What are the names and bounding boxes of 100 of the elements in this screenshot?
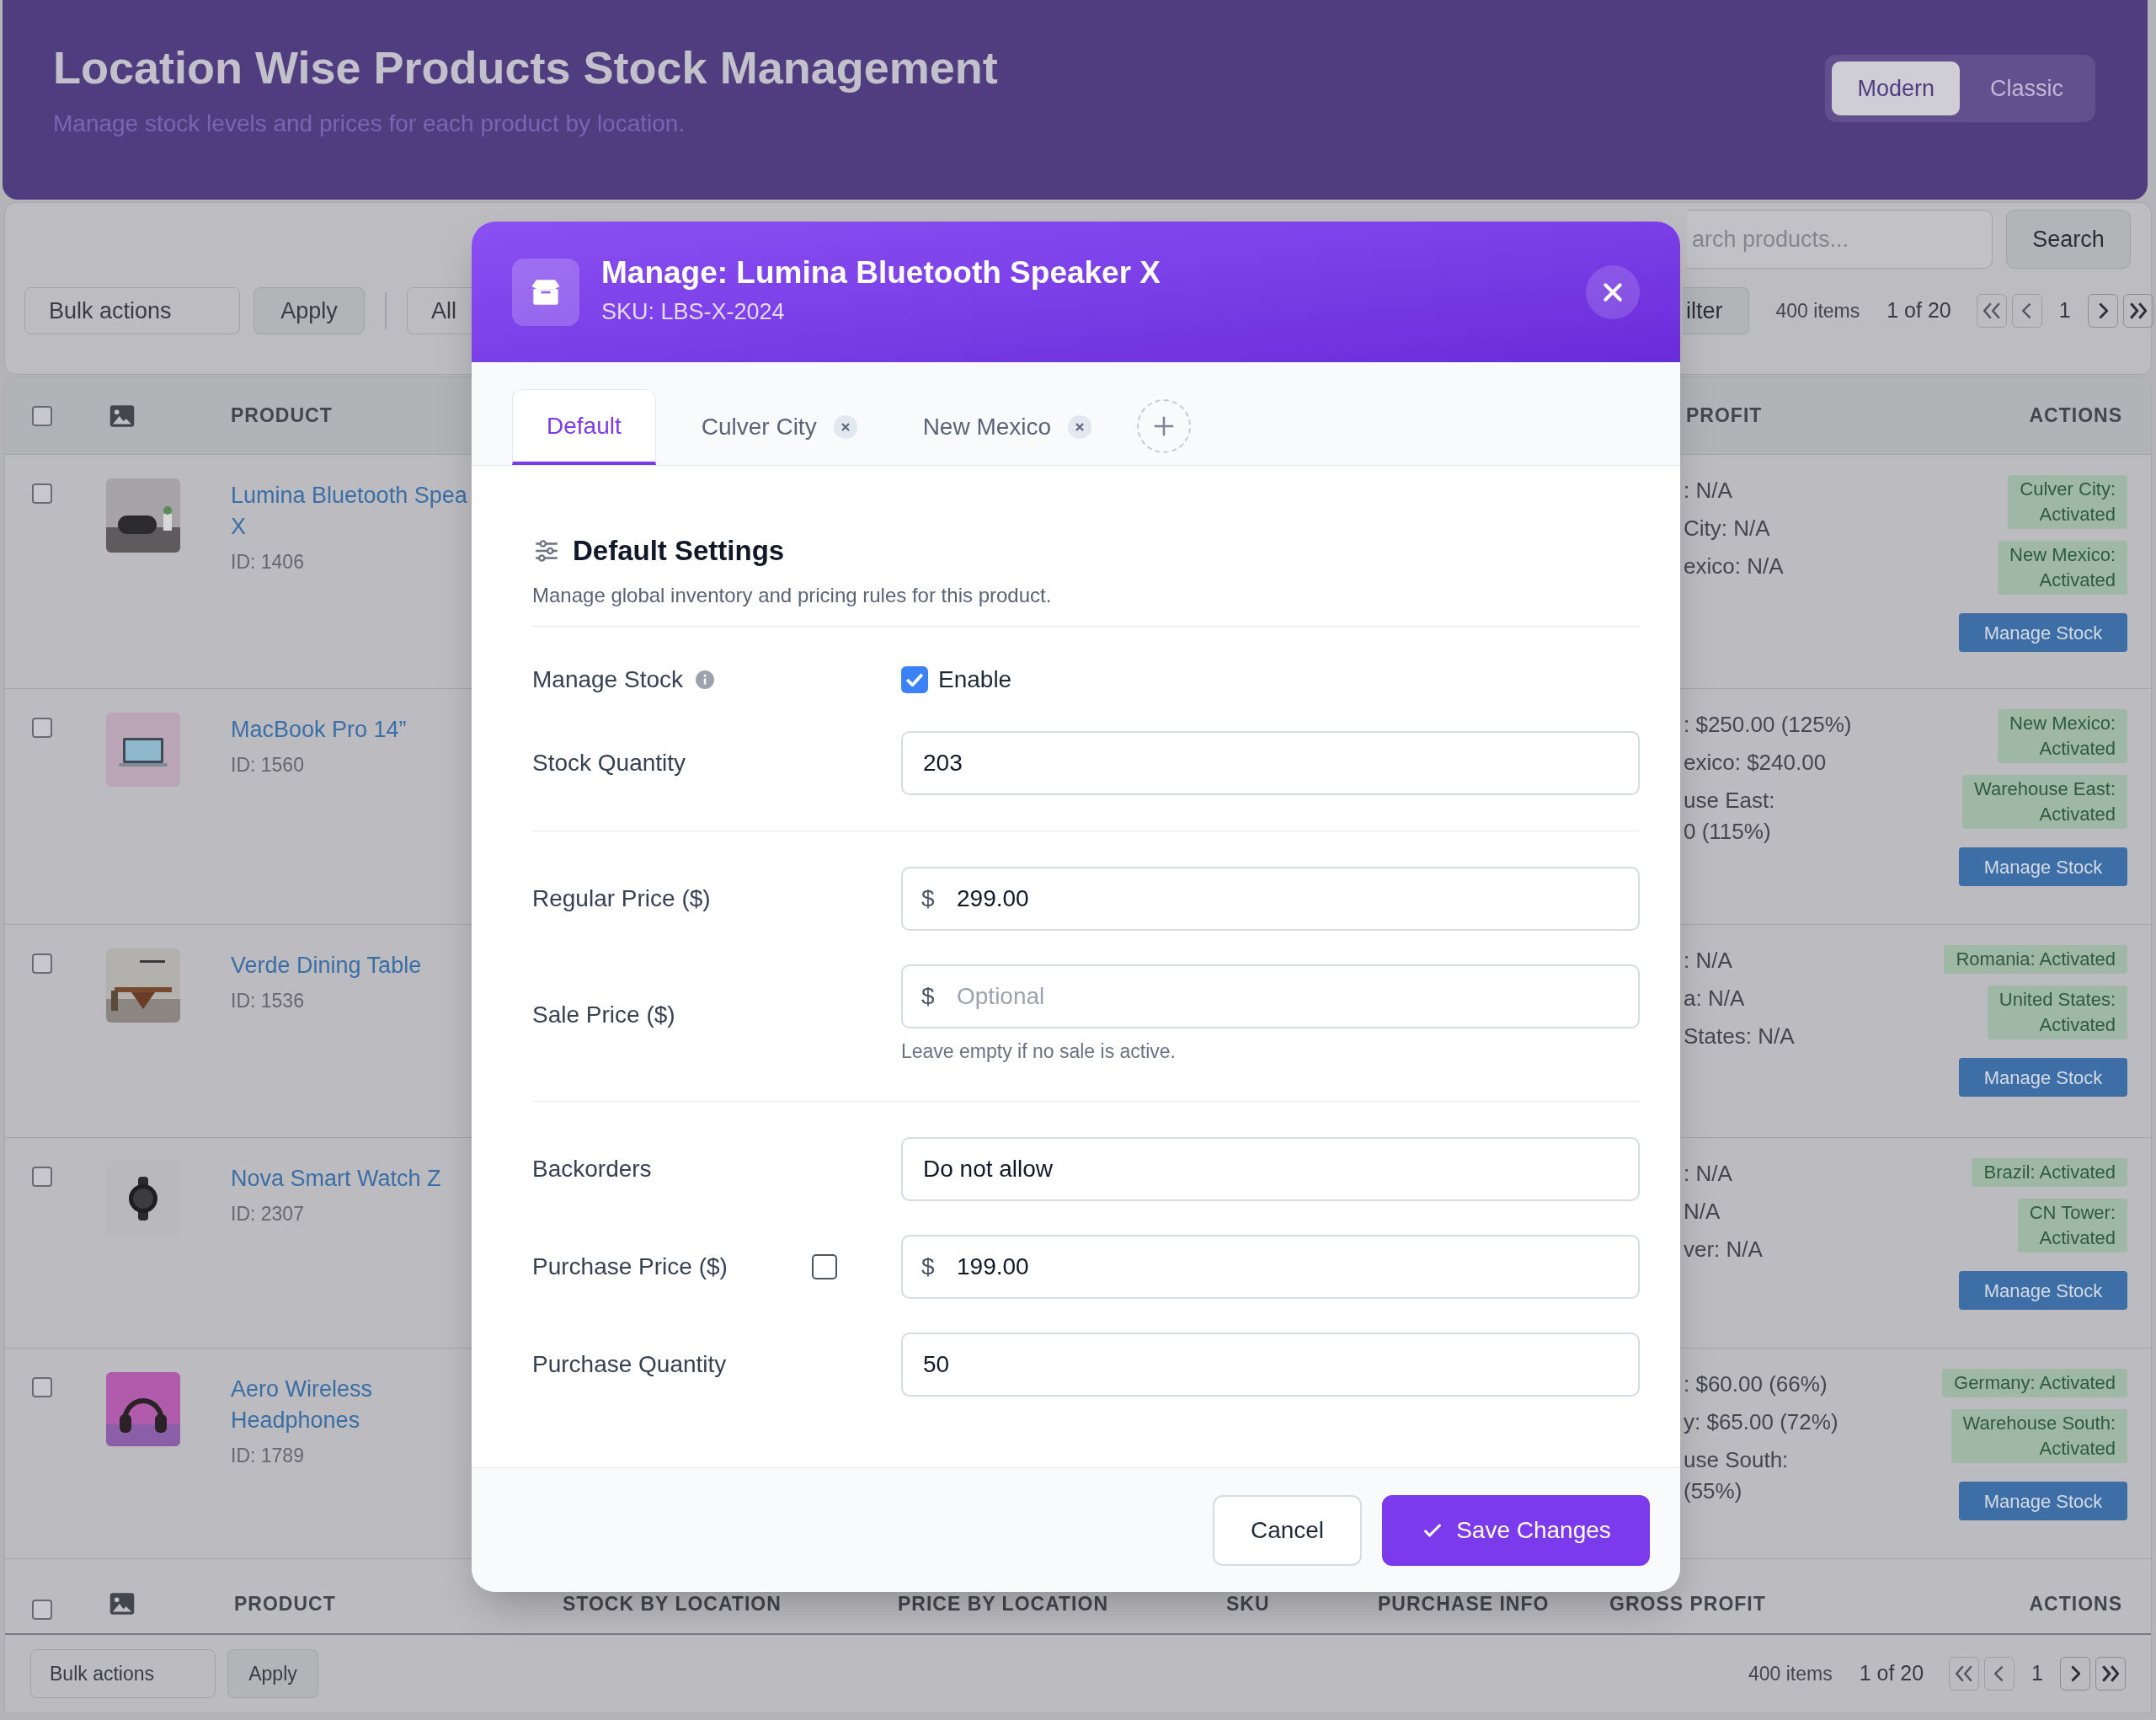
gross-profit-text: N/A [1684, 1198, 1721, 1226]
location-badge: New Mexico: Activated [1998, 541, 2127, 595]
last-page-button[interactable] [2122, 294, 2153, 328]
product-id: ID: 1406 [231, 550, 305, 574]
gross-profit-text: City: N/A [1684, 515, 1771, 542]
manage-stock-button[interactable]: Manage Stock [1959, 613, 2127, 652]
checkbox-label: Enable [938, 665, 1012, 694]
apply-button[interactable]: Apply [253, 287, 365, 334]
search-button[interactable]: Search [2006, 210, 2131, 269]
gross-profit-text: a: N/A [1684, 985, 1746, 1012]
bulk-actions-select[interactable]: Bulk actions [24, 287, 240, 334]
location-badge: United States: Activated [1987, 986, 2127, 1039]
field-label: Manage Stock [532, 665, 683, 694]
chevron-right-icon [2070, 1665, 2080, 1682]
column-header: STOCK BY LOCATION [563, 1591, 782, 1616]
page-title: Location Wise Products Stock Management [53, 41, 998, 94]
location-badge: Romania: Activated [1944, 945, 2127, 974]
section-description: Manage global inventory and pricing rules for this product. [532, 580, 1640, 627]
select-all-checkbox[interactable] [32, 405, 52, 426]
field-label: Purchase Quantity [532, 1350, 727, 1379]
chevron-left-icon [2021, 302, 2032, 319]
remove-icon[interactable] [833, 415, 857, 439]
next-page-button[interactable] [2060, 1657, 2090, 1691]
row-checkbox[interactable] [32, 483, 52, 504]
row-checkbox[interactable] [32, 1167, 52, 1187]
current-page: 1 [2031, 1660, 2043, 1687]
double-chevron-right-icon [2129, 302, 2147, 319]
column-header: SKU [1226, 1591, 1270, 1616]
location-badge: Warehouse South: Activated [1951, 1409, 2127, 1463]
row-checkbox[interactable] [32, 1377, 52, 1397]
section-title: Default Settings [573, 534, 785, 568]
currency-prefix: $ [921, 1253, 935, 1281]
previous-page-button[interactable] [2011, 294, 2042, 328]
manage-stock-button[interactable]: Manage Stock [1959, 847, 2127, 886]
location-badge: CN Tower: Activated [2017, 1199, 2127, 1253]
previous-page-button[interactable] [1984, 1657, 2015, 1691]
row-checkbox[interactable] [32, 953, 52, 974]
save-button[interactable]: Save Changes [1382, 1494, 1650, 1566]
product-id: ID: 2307 [231, 1202, 305, 1226]
checkbox[interactable] [812, 1254, 837, 1279]
product-id: ID: 1789 [231, 1444, 305, 1468]
gross-profit-text: : N/A [1684, 947, 1733, 975]
filter-button[interactable]: ilter [1683, 287, 1749, 334]
add-location-button[interactable] [1137, 399, 1192, 453]
gross-profit-text: ver: N/A [1684, 1236, 1764, 1263]
checkbox[interactable] [901, 665, 928, 693]
field-label: Purchase Price ($) [532, 1253, 728, 1281]
currency-prefix: $ [921, 981, 935, 1011]
select-all-checkbox[interactable] [32, 1600, 52, 1620]
location-tab[interactable]: New Mexico [902, 389, 1113, 465]
remove-icon[interactable] [1068, 415, 1092, 439]
column-header: PRODUCT [231, 403, 333, 429]
chevron-left-icon [1994, 1665, 2005, 1682]
gross-profit-text: : N/A [1684, 1160, 1733, 1188]
gross-profit-text: exico: N/A [1684, 553, 1785, 580]
next-page-button[interactable] [2087, 294, 2118, 328]
gross-profit-text: y: $65.00 (72%) [1684, 1408, 1839, 1436]
items-count: 400 items [1775, 298, 1860, 323]
input-field[interactable]: 50 [901, 1333, 1640, 1397]
row-checkbox[interactable] [32, 718, 52, 738]
location-badge: New Mexico: Activated [1998, 709, 2127, 763]
gross-profit-text: : N/A [1684, 477, 1733, 505]
input-field[interactable]: 203 [901, 730, 1640, 795]
manage-stock-button[interactable]: Manage Stock [1959, 1482, 2127, 1520]
last-page-button[interactable] [2095, 1657, 2126, 1691]
double-chevron-left-icon [1983, 302, 2000, 319]
column-header: PROFIT [1686, 403, 1763, 429]
double-chevron-right-icon [2102, 1665, 2119, 1682]
location-badge: Germany: Activated [1942, 1369, 2127, 1397]
field-label: Stock Quantity [532, 748, 686, 777]
page-info: 1 of 20 [1859, 1660, 1924, 1687]
product-id: ID: 1536 [231, 989, 305, 1013]
cancel-button[interactable]: Cancel [1213, 1494, 1362, 1566]
page-info: 1 of 20 [1886, 297, 1951, 324]
items-count: 400 items [1748, 1661, 1833, 1686]
column-header: GROSS PROFIT [1609, 1591, 1766, 1616]
bulk-actions-select[interactable]: Bulk actions [30, 1649, 216, 1698]
gross-profit-text: use South: (55%) [1684, 1446, 1790, 1505]
column-header: PRICE BY LOCATION [898, 1591, 1108, 1616]
input-field[interactable]: Do not allow [901, 1137, 1640, 1201]
sku-text: SKU: LBS-X-2024 [601, 298, 786, 327]
first-page-button[interactable] [1949, 1657, 1980, 1691]
chevron-right-icon [2097, 302, 2108, 319]
view-toggle-button[interactable]: Modern [1832, 61, 1960, 115]
column-header: ACTIONS [2029, 403, 2122, 429]
gross-profit-text: : $250.00 (125%) [1684, 711, 1853, 739]
apply-button[interactable]: Apply [227, 1649, 318, 1698]
view-toggle-button[interactable]: Classic [1965, 61, 2089, 115]
currency-prefix: $ [921, 884, 935, 913]
first-page-button[interactable] [1976, 294, 2007, 328]
location-badge: Warehouse East: Activated [1962, 775, 2127, 829]
location-tab[interactable]: Default [512, 389, 656, 465]
location-tab[interactable]: Culver City [680, 389, 878, 465]
manage-stock-button[interactable]: Manage Stock [1959, 1271, 2127, 1310]
modal-title: Manage: Lumina Bluetooth Speaker X [601, 254, 1162, 292]
manage-stock-button[interactable]: Manage Stock [1959, 1058, 2127, 1097]
search-field[interactable]: arch products... [1687, 210, 1993, 269]
double-chevron-left-icon [1956, 1665, 1973, 1682]
field-hint: Leave empty if no sale is active. [901, 1039, 1177, 1064]
gross-profit-text: exico: $240.00 [1684, 749, 1828, 777]
